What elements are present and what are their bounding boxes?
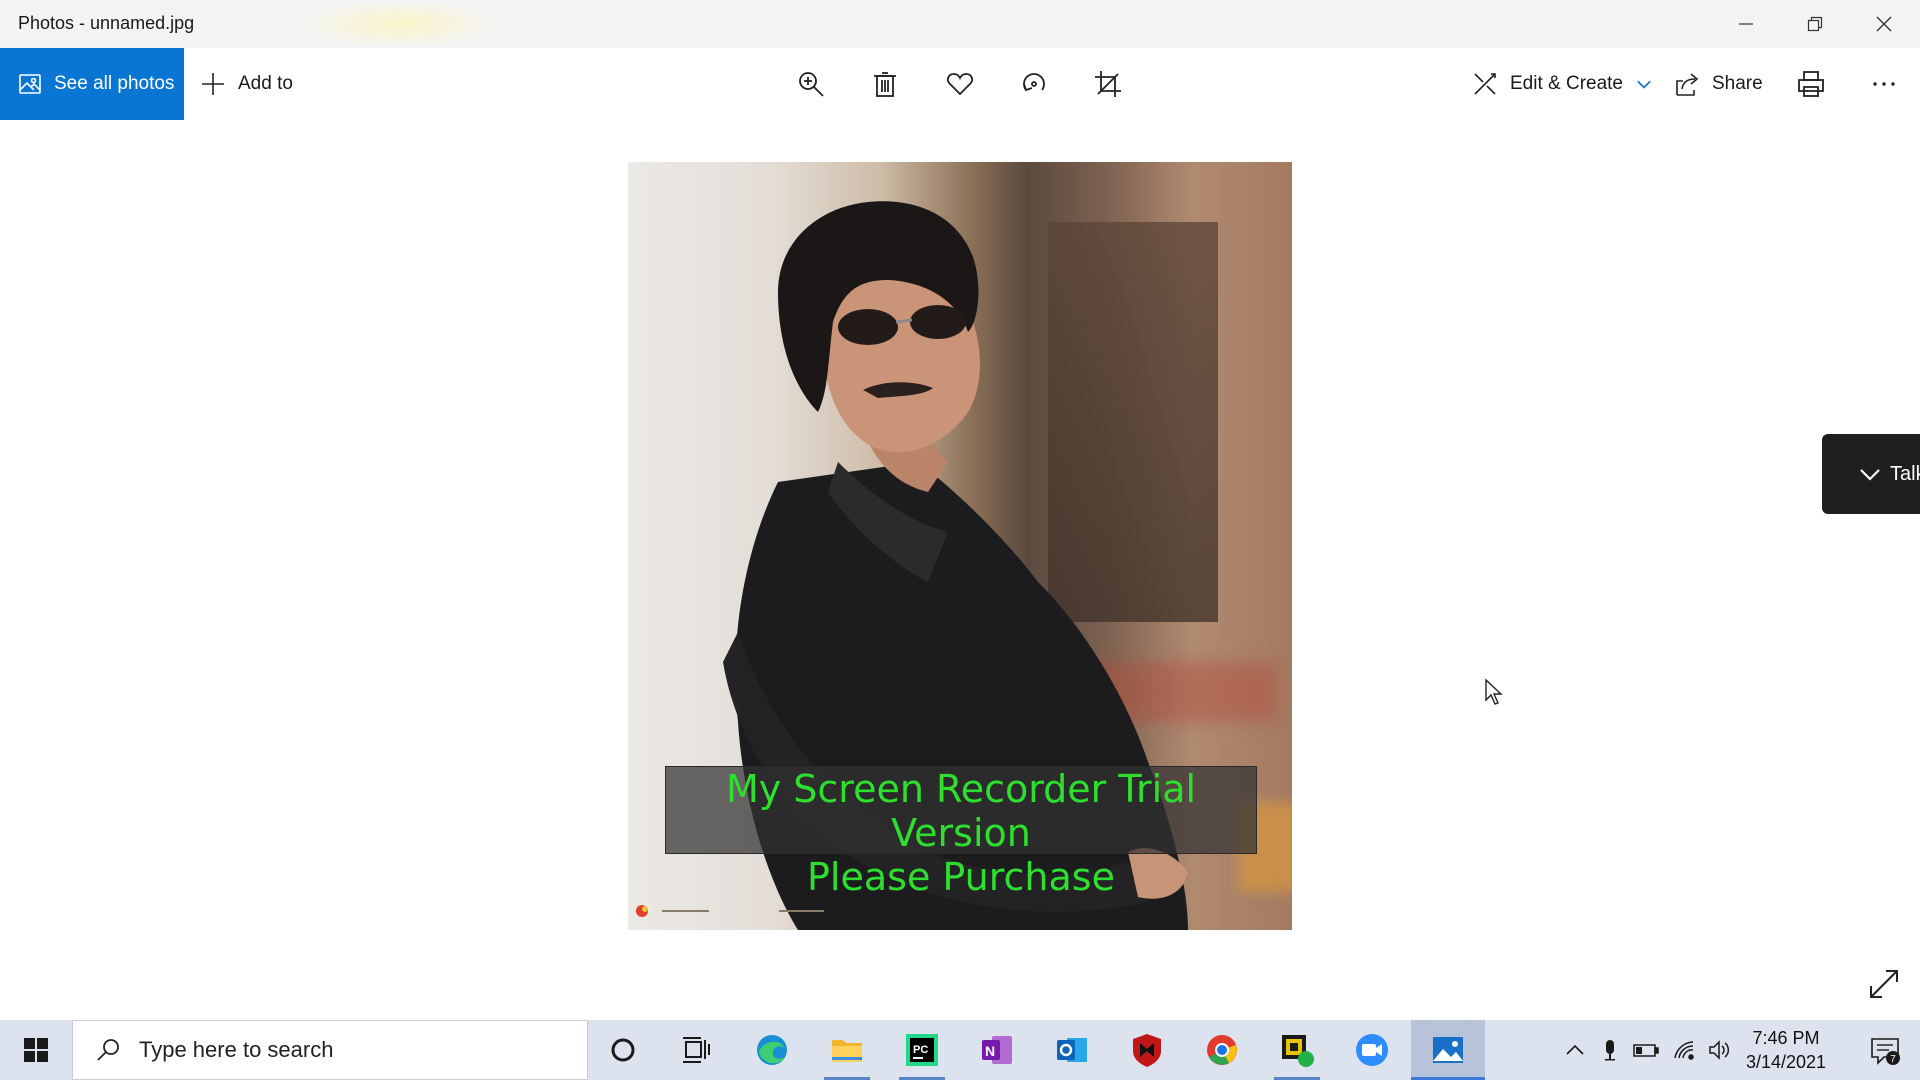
wifi-tray[interactable]: [1668, 1020, 1700, 1080]
minimize-icon: [1739, 23, 1753, 25]
rotate-icon: [1023, 73, 1045, 92]
displayed-photo: My Screen Recorder Trial Version Please …: [628, 162, 1292, 930]
talk-panel-label: Talk: [1890, 462, 1920, 485]
taskbar-mcafee[interactable]: [1110, 1020, 1184, 1080]
close-button[interactable]: [1850, 0, 1918, 48]
taskbar-zoom[interactable]: [1335, 1020, 1409, 1080]
share-icon: [1676, 73, 1699, 96]
taskbar-outlook[interactable]: [1035, 1020, 1109, 1080]
mcafee-icon: [1133, 1034, 1161, 1067]
windows-taskbar: Type here to search PC N 7:46 PM 3/14/20…: [0, 1020, 1920, 1080]
add-to-button[interactable]: Add to: [200, 48, 293, 120]
file-explorer-icon: [832, 1040, 862, 1062]
title-bar-glow: [300, 0, 500, 48]
plus-icon: [202, 73, 224, 95]
wifi-icon: [1674, 1041, 1694, 1060]
cortana-button[interactable]: [586, 1020, 660, 1080]
search-placeholder: Type here to search: [139, 1037, 334, 1062]
more-ellipsis-icon: [1873, 82, 1895, 86]
window-title: Photos - unnamed.jpg: [18, 13, 195, 33]
watermark-line-2: Please Purchase: [807, 855, 1115, 899]
windows-logo-icon: [24, 1038, 48, 1062]
delete-button[interactable]: [867, 66, 903, 102]
volume-tray[interactable]: [1704, 1020, 1734, 1080]
notification-count: 7: [1890, 1054, 1896, 1065]
cortana-icon: [611, 1038, 635, 1062]
app-icon: [1282, 1035, 1314, 1067]
rotate-button[interactable]: [1016, 66, 1052, 102]
delete-icon: [874, 72, 896, 97]
show-hidden-icons-chevron: [1566, 1044, 1584, 1055]
trial-watermark: My Screen Recorder Trial Version Please …: [665, 766, 1257, 899]
restore-button[interactable]: [1781, 0, 1849, 48]
task-view-button[interactable]: [660, 1020, 734, 1080]
edit-create-icon: [1474, 73, 1496, 95]
notification-icon: 7: [1871, 1038, 1900, 1065]
taskbar-pycharm[interactable]: PC: [885, 1020, 959, 1080]
close-icon: [1876, 16, 1892, 32]
photo-credit-logo: [636, 905, 824, 917]
zoom-button[interactable]: [793, 66, 829, 102]
search-icon: [97, 1039, 119, 1061]
chevron-down-icon: [1860, 469, 1880, 481]
battery-icon: [1633, 1044, 1659, 1057]
favorite-heart-icon: [947, 73, 973, 96]
svg-text:PC: PC: [913, 1044, 928, 1056]
outlook-icon: [1057, 1038, 1087, 1062]
taskbar-chrome[interactable]: [1185, 1020, 1259, 1080]
clock-time: 7:46 PM: [1752, 1028, 1820, 1048]
title-bar: Photos - unnamed.jpg: [0, 0, 1920, 48]
see-all-photos-button[interactable]: See all photos: [0, 48, 184, 120]
taskbar-photos[interactable]: [1411, 1020, 1485, 1080]
microphone-tray[interactable]: [1596, 1020, 1624, 1080]
zoom-in-icon: [799, 72, 824, 97]
restore-icon: [1807, 16, 1823, 32]
start-button[interactable]: [0, 1020, 72, 1080]
battery-tray[interactable]: [1630, 1020, 1662, 1080]
edit-create-label: Edit & Create: [1510, 73, 1623, 94]
edge-icon: [757, 1035, 787, 1065]
see-all-photos-label: See all photos: [54, 73, 175, 94]
share-label: Share: [1712, 73, 1763, 94]
task-view-icon: [683, 1037, 710, 1063]
action-center-button[interactable]: 7: [1850, 1020, 1920, 1080]
watermark-line-1: My Screen Recorder Trial Version: [725, 767, 1197, 855]
image-viewer[interactable]: My Screen Recorder Trial Version Please …: [0, 120, 1920, 1020]
share-button[interactable]: Share: [1674, 48, 1763, 120]
taskbar-file-explorer[interactable]: [810, 1020, 884, 1080]
volume-icon: [1709, 1040, 1730, 1060]
print-button[interactable]: [1793, 66, 1829, 102]
microphone-icon: [1605, 1040, 1615, 1061]
show-hidden-icons-button[interactable]: [1560, 1020, 1590, 1080]
photo-gallery-icon: [19, 74, 41, 94]
taskbar-clock[interactable]: 7:46 PM 3/14/2021: [1736, 1026, 1836, 1074]
taskbar-app[interactable]: [1260, 1020, 1334, 1080]
onenote-icon: N: [982, 1036, 1012, 1064]
taskbar-edge[interactable]: [735, 1020, 809, 1080]
pycharm-icon: PC: [906, 1034, 938, 1066]
add-to-label: Add to: [238, 73, 293, 94]
more-options-button[interactable]: [1866, 66, 1902, 102]
talk-panel[interactable]: Talk: [1822, 434, 1920, 514]
taskbar-onenote[interactable]: N: [960, 1020, 1034, 1080]
photos-icon: [1433, 1037, 1463, 1063]
mouse-cursor-icon: [1485, 678, 1503, 705]
chevron-down-icon: [1637, 80, 1651, 89]
clock-date: 3/14/2021: [1745, 1052, 1827, 1072]
crop-button[interactable]: [1090, 66, 1126, 102]
zoom-icon: [1356, 1034, 1388, 1066]
favorite-button[interactable]: [942, 66, 978, 102]
crop-icon: [1095, 71, 1121, 97]
fullscreen-toggle-icon[interactable]: [1866, 966, 1902, 1002]
chrome-icon: [1207, 1035, 1237, 1065]
command-bar: See all photos Add to Edit & Create Shar…: [0, 48, 1920, 120]
minimize-button[interactable]: [1712, 0, 1780, 48]
taskbar-search-box[interactable]: Type here to search: [72, 1020, 588, 1080]
svg-text:N: N: [985, 1043, 995, 1059]
edit-create-button[interactable]: Edit & Create: [1472, 48, 1653, 120]
print-icon: [1798, 71, 1824, 97]
